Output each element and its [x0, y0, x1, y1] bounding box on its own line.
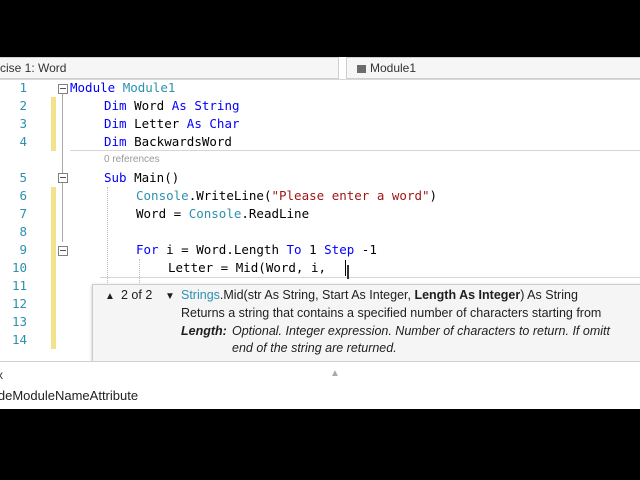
keyword: As	[171, 98, 187, 113]
line-number: 3	[19, 116, 27, 131]
operator: .	[241, 206, 249, 221]
line-number: 14	[11, 332, 27, 347]
previous-overload-icon[interactable]: ▲	[105, 291, 115, 302]
assignment: Word =	[136, 206, 189, 221]
keyword: As	[186, 116, 202, 131]
paren: )	[429, 188, 438, 203]
line-number: 5	[19, 170, 27, 185]
type-dropdown-label: Module1	[370, 61, 417, 75]
signature-params: (str As String, Start As Integer,	[243, 288, 415, 302]
keyword: Dim	[104, 134, 127, 149]
expression: -1	[354, 242, 377, 257]
code-line-9: 9 For i = Word.Length To 1 Step -1	[0, 241, 640, 259]
line-number: 2	[19, 98, 27, 113]
signature-class: Strings	[181, 288, 220, 302]
class-name: Console	[136, 188, 189, 203]
keyword: Step	[324, 242, 355, 257]
text-caret	[345, 260, 346, 276]
scroll-up-icon[interactable]: ▲	[330, 368, 340, 379]
references-codelens[interactable]: 0 references	[104, 154, 160, 165]
type-keyword: String	[194, 98, 240, 113]
attribute-list-item[interactable]: ideModuleNameAttribute	[0, 388, 138, 403]
navigation-bar: rcise 1: Word Module1	[0, 57, 640, 80]
signature-method: .Mid	[219, 288, 244, 302]
code-line-10: 10 Letter = Mid(Word, i,	[0, 259, 640, 279]
param-description-continued: end of the string are returned.	[232, 341, 397, 355]
line-number: 10	[11, 260, 27, 275]
bottom-panel: x ▲ ideModuleNameAttribute	[0, 361, 640, 409]
keyword: Module	[70, 80, 116, 95]
parameter-info-tooltip: ▲ 2 of 2 ▼ Strings.Mid(str As String, St…	[92, 284, 640, 362]
current-line-text: Letter = Mid(Word, i,	[168, 260, 334, 275]
line-number: 13	[11, 314, 27, 329]
identifier: BackwardsWord	[134, 134, 232, 149]
code-line-8: 8	[0, 223, 640, 241]
keyword: Dim	[104, 116, 127, 131]
identifier: Word	[134, 98, 165, 113]
signature-return: ) As String	[520, 288, 578, 302]
param-label: Length:	[181, 324, 227, 338]
code-line-2: 2 Dim Word As String	[0, 97, 640, 115]
identifier: Main()	[134, 170, 180, 185]
keyword: For	[136, 242, 159, 257]
keyword: Sub	[104, 170, 127, 185]
close-icon[interactable]: x	[0, 368, 3, 382]
line-number: 4	[19, 134, 27, 149]
line-number: 8	[19, 224, 27, 239]
line-number: 1	[19, 80, 27, 95]
module-name: Module1	[122, 80, 176, 95]
string-literal: "Please enter a word"	[271, 188, 430, 203]
code-line-5: 5 Sub Main()	[0, 169, 640, 187]
method-description: Returns a string that contains a specifi…	[181, 306, 602, 320]
keyword: Dim	[104, 98, 127, 113]
next-overload-icon[interactable]: ▼	[165, 291, 175, 302]
class-name: Console	[188, 206, 242, 221]
code-line-4: 4 Dim BackwardsWord	[0, 133, 640, 151]
keyword: To	[286, 242, 302, 257]
project-dropdown[interactable]: rcise 1: Word	[0, 57, 339, 79]
line-number: 11	[11, 278, 27, 293]
overload-counter: 2 of 2	[121, 288, 153, 302]
code-line-6: 6 Console.WriteLine("Please enter a word…	[0, 187, 640, 205]
line-number: 12	[11, 296, 27, 311]
line-number: 9	[19, 242, 27, 257]
code-line-1: 1 Module Module1	[0, 79, 640, 97]
type-keyword: Char	[209, 116, 240, 131]
line-number: 7	[19, 206, 27, 221]
ide-window: rcise 1: Word Module1 1 Module Module1 2…	[0, 57, 640, 409]
method-signature: Strings.Mid(str As String, Start As Inte…	[181, 288, 578, 302]
project-dropdown-label: rcise 1: Word	[0, 61, 67, 75]
line-number: 6	[19, 188, 27, 203]
param-description: Optional. Integer expression. Number of …	[232, 324, 610, 338]
method-name: WriteLine	[196, 188, 264, 203]
identifier: Letter	[134, 116, 180, 131]
code-line-3: 3 Dim Letter As Char	[0, 115, 640, 133]
signature-current-param: Length As Integer	[414, 288, 521, 302]
expression: 1	[301, 242, 325, 257]
module-icon	[357, 65, 366, 73]
expression: i = Word.Length	[158, 242, 287, 257]
code-line-7: 7 Word = Console.ReadLine	[0, 205, 640, 223]
method-name: ReadLine	[248, 206, 310, 221]
type-dropdown[interactable]: Module1	[346, 57, 640, 79]
